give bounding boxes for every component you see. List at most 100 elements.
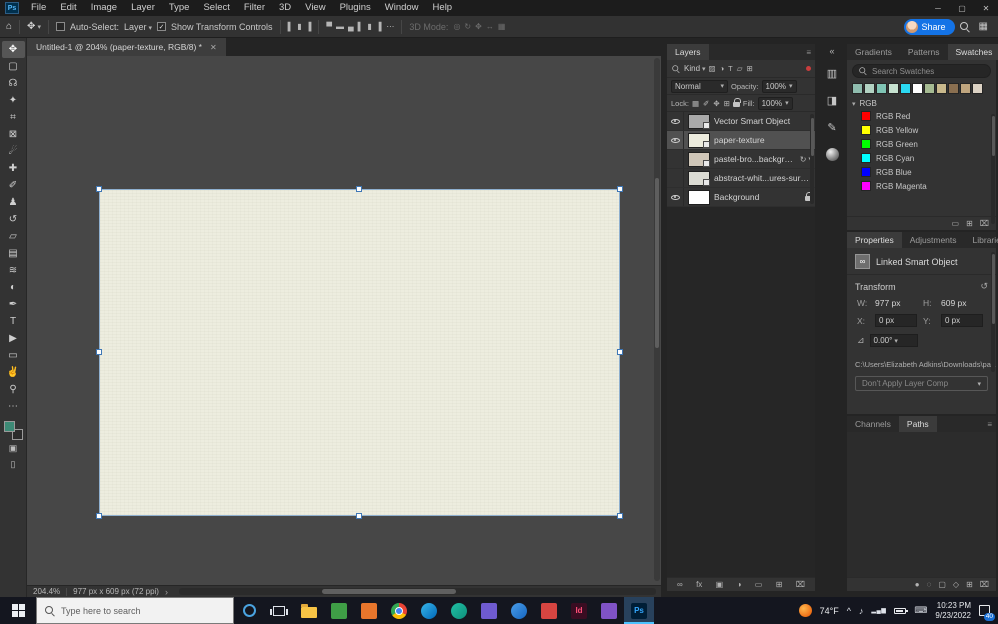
recent-swatch[interactable]: [876, 83, 887, 94]
eraser-tool[interactable]: ▱: [2, 228, 25, 245]
transform-handle[interactable]: [617, 513, 623, 519]
new-swatch-group-icon[interactable]: ▭: [952, 220, 960, 228]
menu-edit[interactable]: Edit: [53, 0, 83, 16]
zoom-tool[interactable]: ⚲: [2, 381, 25, 398]
transform-handle[interactable]: [617, 349, 623, 355]
blur-tool[interactable]: ≋: [2, 262, 25, 279]
paper-texture-image[interactable]: [100, 190, 619, 515]
taskbar-app-violet[interactable]: [594, 597, 624, 624]
lock-option-icon[interactable]: ✐: [703, 99, 709, 108]
distribute-icon[interactable]: ▮: [367, 22, 371, 31]
layer-filter-icon[interactable]: ◑: [720, 64, 725, 73]
layer-filter-dropdown[interactable]: Kind: [684, 64, 706, 73]
layer-visibility-icon[interactable]: [667, 131, 684, 149]
3d-mode-icon[interactable]: ↔: [486, 22, 494, 31]
layer-thumbnail[interactable]: [688, 152, 710, 167]
menu-help[interactable]: Help: [426, 0, 460, 16]
hand-tool[interactable]: ✌: [2, 364, 25, 381]
adjustment-layer-icon[interactable]: ◑: [737, 581, 742, 589]
color-picker-widget[interactable]: [4, 421, 23, 440]
taskbar-app-orange[interactable]: [354, 597, 384, 624]
layer-visibility-icon[interactable]: [667, 112, 684, 130]
opacity-dropdown[interactable]: 100%: [762, 80, 797, 93]
tab-swatches[interactable]: Swatches: [948, 44, 998, 60]
marquee-tool[interactable]: ▢: [2, 58, 25, 75]
healing-brush-tool[interactable]: ✚: [2, 160, 25, 177]
menu-layer[interactable]: Layer: [124, 0, 162, 16]
tab-adjustments[interactable]: Adjustments: [902, 232, 965, 248]
history-panel-icon[interactable]: ▥: [821, 63, 843, 83]
menu-3d[interactable]: 3D: [272, 0, 298, 16]
quick-mask-icon[interactable]: ▣: [2, 440, 25, 456]
edit-toolbar-icon[interactable]: ⋯: [2, 398, 25, 415]
layer-row[interactable]: abstract-whit...ures-surface: [667, 169, 815, 188]
layer-row[interactable]: pastel-bro...background↻▾: [667, 150, 815, 169]
recent-swatch[interactable]: [960, 83, 971, 94]
auto-select-dropdown[interactable]: Layer: [124, 22, 152, 32]
recent-swatch[interactable]: [924, 83, 935, 94]
zoom-level[interactable]: 204.4%: [33, 587, 60, 596]
fill-path-icon[interactable]: ●: [915, 581, 920, 589]
recent-swatch[interactable]: [972, 83, 983, 94]
menu-image[interactable]: Image: [84, 0, 124, 16]
menu-plugins[interactable]: Plugins: [333, 0, 378, 16]
vertical-scrollbar[interactable]: [654, 58, 660, 581]
share-button[interactable]: Share: [904, 19, 955, 35]
brushes-panel-icon[interactable]: ✎: [821, 117, 843, 137]
swatch-row[interactable]: RGB Yellow: [852, 123, 991, 137]
align-icon[interactable]: ▐: [306, 22, 312, 31]
swatch-row[interactable]: RGB Cyan: [852, 151, 991, 165]
transform-handle[interactable]: [96, 186, 102, 192]
info-panel-icon[interactable]: ◨: [821, 90, 843, 110]
layer-filter-icon[interactable]: ⊞: [747, 64, 753, 73]
transform-handle[interactable]: [96, 513, 102, 519]
start-button[interactable]: [0, 597, 36, 624]
width-value[interactable]: 977 px: [875, 298, 920, 308]
gradient-tool[interactable]: ▤: [2, 245, 25, 262]
screen-mode-icon[interactable]: ▯: [2, 456, 25, 472]
taskbar-indesign[interactable]: Id: [564, 597, 594, 624]
layer-thumbnail[interactable]: [688, 190, 710, 205]
recent-swatch[interactable]: [888, 83, 899, 94]
tab-patterns[interactable]: Patterns: [900, 44, 948, 60]
taskbar-app-teal[interactable]: [444, 597, 474, 624]
new-swatch-icon[interactable]: ⊞: [966, 220, 973, 228]
layer-update-icon[interactable]: ↻: [800, 155, 807, 164]
recent-swatch[interactable]: [912, 83, 923, 94]
layer-filter-icon[interactable]: ▨: [709, 64, 716, 73]
3d-mode-icon[interactable]: ↻: [464, 22, 471, 31]
auto-select-checkbox[interactable]: [56, 22, 65, 31]
link-layers-icon[interactable]: ∞: [677, 581, 683, 589]
layer-row[interactable]: Vector Smart Object: [667, 112, 815, 131]
vertical-scrollbar-thumb[interactable]: [655, 178, 659, 348]
panel-menu-icon[interactable]: ≡: [987, 416, 996, 432]
crop-tool[interactable]: ⌗: [2, 109, 25, 126]
filter-toggle-icon[interactable]: [806, 66, 811, 71]
swatches-scrollbar[interactable]: [991, 114, 995, 224]
distribute-icon[interactable]: ▄: [348, 22, 354, 31]
new-path-icon[interactable]: ⊞: [966, 581, 973, 589]
lock-all-icon[interactable]: [733, 102, 740, 107]
new-layer-icon[interactable]: ⊞: [776, 581, 783, 589]
menu-type[interactable]: Type: [162, 0, 197, 16]
menu-file[interactable]: File: [24, 0, 53, 16]
eyedropper-tool[interactable]: ☄: [2, 143, 25, 160]
workspace-switcher-icon[interactable]: ▦: [979, 21, 988, 32]
expand-panels-icon[interactable]: «: [829, 46, 834, 56]
recent-swatch[interactable]: [864, 83, 875, 94]
tab-properties[interactable]: Properties: [847, 232, 902, 248]
layer-name[interactable]: abstract-whit...ures-surface: [714, 173, 809, 183]
recent-swatch[interactable]: [900, 83, 911, 94]
volume-icon[interactable]: ♪: [859, 606, 864, 616]
3d-mode-icon[interactable]: ◎: [453, 22, 460, 31]
lock-option-icon[interactable]: ✥: [713, 99, 719, 108]
layer-name[interactable]: Vector Smart Object: [714, 116, 809, 126]
dodge-tool[interactable]: ◐: [2, 279, 25, 296]
layer-name[interactable]: Background: [714, 192, 802, 202]
task-view-button[interactable]: [264, 597, 294, 624]
brush-tool[interactable]: ✐: [2, 177, 25, 194]
canvas-area[interactable]: [27, 56, 661, 585]
transform-handle[interactable]: [96, 349, 102, 355]
move-tool[interactable]: ✥: [2, 41, 25, 58]
3d-mode-icon[interactable]: ▦: [498, 22, 506, 31]
